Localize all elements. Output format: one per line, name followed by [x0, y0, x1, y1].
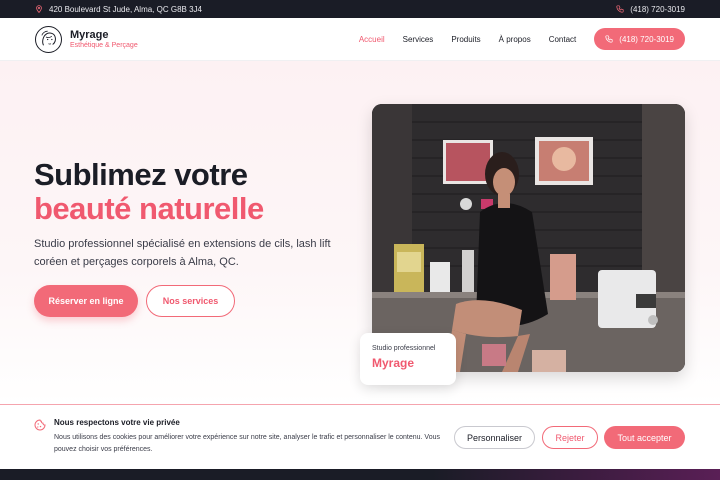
cookie-text-block: Nous respectons votre vie privée Nous ut… — [54, 418, 444, 456]
hero-title: Sublimez votre beauté naturelle — [34, 158, 264, 226]
studio-badge-card: Studio professionnel Myrage — [360, 333, 456, 385]
hero-title-line2: beauté naturelle — [34, 191, 264, 226]
studio-badge-name: Myrage — [372, 356, 415, 370]
logo-face-icon — [35, 25, 62, 53]
cookie-banner: Nous respectons votre vie privée Nous ut… — [0, 404, 720, 469]
nav-contact[interactable]: Contact — [549, 35, 577, 44]
phone-icon — [616, 5, 624, 13]
hero-subtitle: Studio professionnel spécialisé en exten… — [34, 238, 331, 268]
map-pin-icon — [36, 5, 42, 13]
cookie-icon — [34, 419, 46, 431]
nav-accueil[interactable]: Accueil — [359, 35, 385, 44]
footer-strip — [0, 469, 720, 480]
cookie-title: Nous respectons votre vie privée — [54, 418, 180, 427]
brand-block: Myrage Esthétique & Perçage — [70, 29, 138, 49]
cookie-description: Nous utilisons des cookies pour améliore… — [54, 434, 440, 453]
address-text: 420 Boulevard St Jude, Alma, QC G8B 3J4 — [49, 4, 202, 14]
customize-cookies-button[interactable]: Personnaliser — [454, 426, 535, 449]
studio-photo — [372, 104, 685, 372]
brand-tagline: Esthétique & Perçage — [70, 42, 138, 49]
hero-section: Sublimez votre beauté naturelle Studio p… — [0, 61, 720, 404]
site-header: Myrage Esthétique & Perçage Accueil Serv… — [0, 18, 720, 61]
main-nav: Accueil Services Produits À propos Conta… — [341, 28, 685, 50]
phone-item[interactable]: (418) 720-3019 — [616, 5, 685, 14]
hero-title-line1: Sublimez votre — [34, 157, 248, 192]
nav-services[interactable]: Services — [403, 35, 434, 44]
brand-name: Myrage — [70, 29, 109, 41]
our-services-button[interactable]: Nos services — [146, 285, 235, 317]
accept-all-cookies-button[interactable]: Tout accepter — [604, 426, 685, 449]
logo[interactable]: Myrage Esthétique & Perçage — [35, 25, 138, 53]
nav-produits[interactable]: Produits — [451, 35, 480, 44]
book-online-button[interactable]: Réserver en ligne — [34, 285, 138, 317]
top-info-bar: 420 Boulevard St Jude, Alma, QC G8B 3J4 … — [0, 0, 720, 18]
phone-icon — [605, 35, 613, 43]
call-button[interactable]: (418) 720-3019 — [594, 28, 685, 50]
phone-text: (418) 720-3019 — [630, 4, 685, 14]
address-item[interactable]: 420 Boulevard St Jude, Alma, QC G8B 3J4 — [35, 5, 202, 14]
call-button-label: (418) 720-3019 — [619, 34, 674, 44]
nav-a-propos[interactable]: À propos — [499, 35, 531, 44]
reject-cookies-button[interactable]: Rejeter — [542, 426, 598, 449]
studio-badge-label: Studio professionnel — [372, 345, 436, 352]
